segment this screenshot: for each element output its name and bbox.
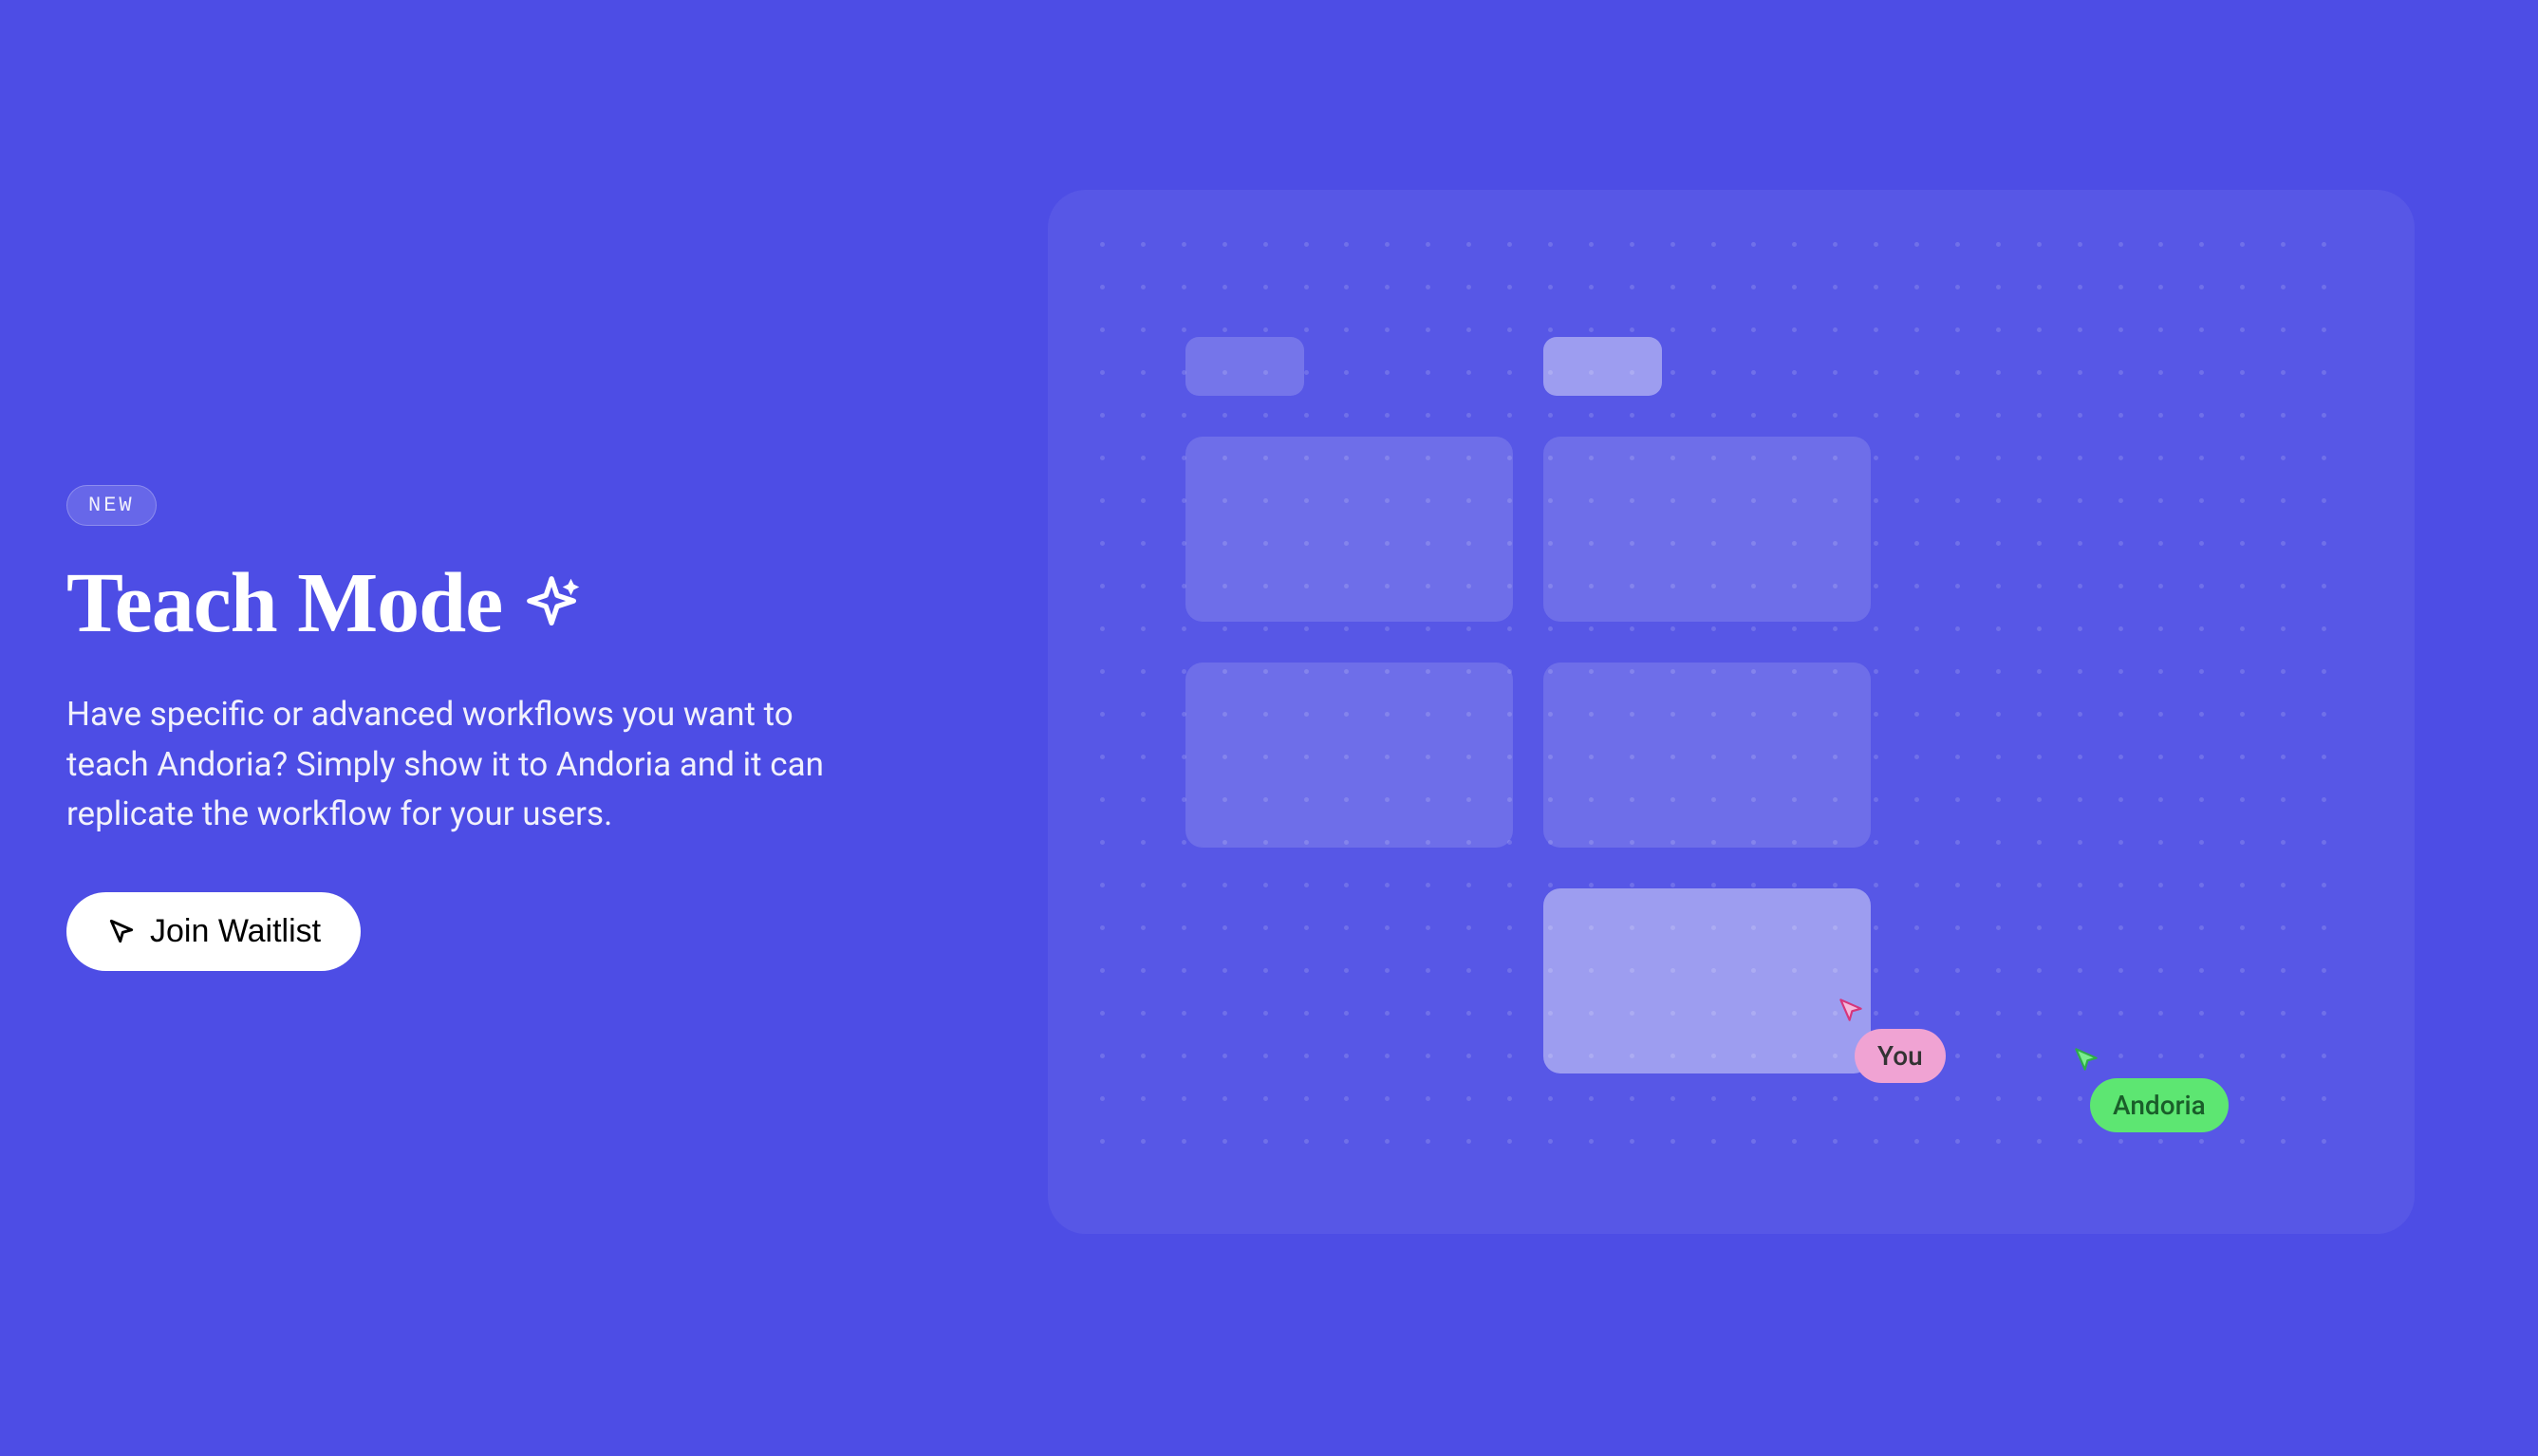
new-badge: NEW [66,485,157,526]
hero-section: NEW Teach Mode Have specific or advanced… [0,485,1142,971]
cursor-you: You [1855,995,1946,1083]
cursor-you-label: You [1855,1029,1946,1083]
cursor-andoria: Andoria [2090,1044,2229,1132]
cursor-icon [106,916,137,946]
hero-description: Have specific or advanced workflows you … [66,690,883,840]
illustration-card: You Andoria [1048,190,2415,1234]
page-title: Teach Mode [66,554,502,652]
illustration-card-placeholder [1543,437,1871,622]
illustration-card-placeholder [1185,663,1513,848]
sparkle-icon [521,570,588,637]
illustration-container: You Andoria [1048,190,2415,1234]
illustration-tab-inactive [1185,337,1304,396]
pointer-icon [2071,1044,2101,1074]
illustration-card-highlighted [1543,888,1871,1073]
pointer-icon [1836,995,1866,1025]
join-waitlist-button[interactable]: Join Waitlist [66,892,361,971]
illustration-card-placeholder [1543,663,1871,848]
illustration-card-placeholder [1185,437,1513,622]
cursor-andoria-label: Andoria [2090,1078,2229,1132]
illustration-tab-active [1543,337,1662,396]
cta-label: Join Waitlist [150,913,321,950]
badge-label: NEW [88,494,135,517]
title-row: Teach Mode [66,554,1104,652]
